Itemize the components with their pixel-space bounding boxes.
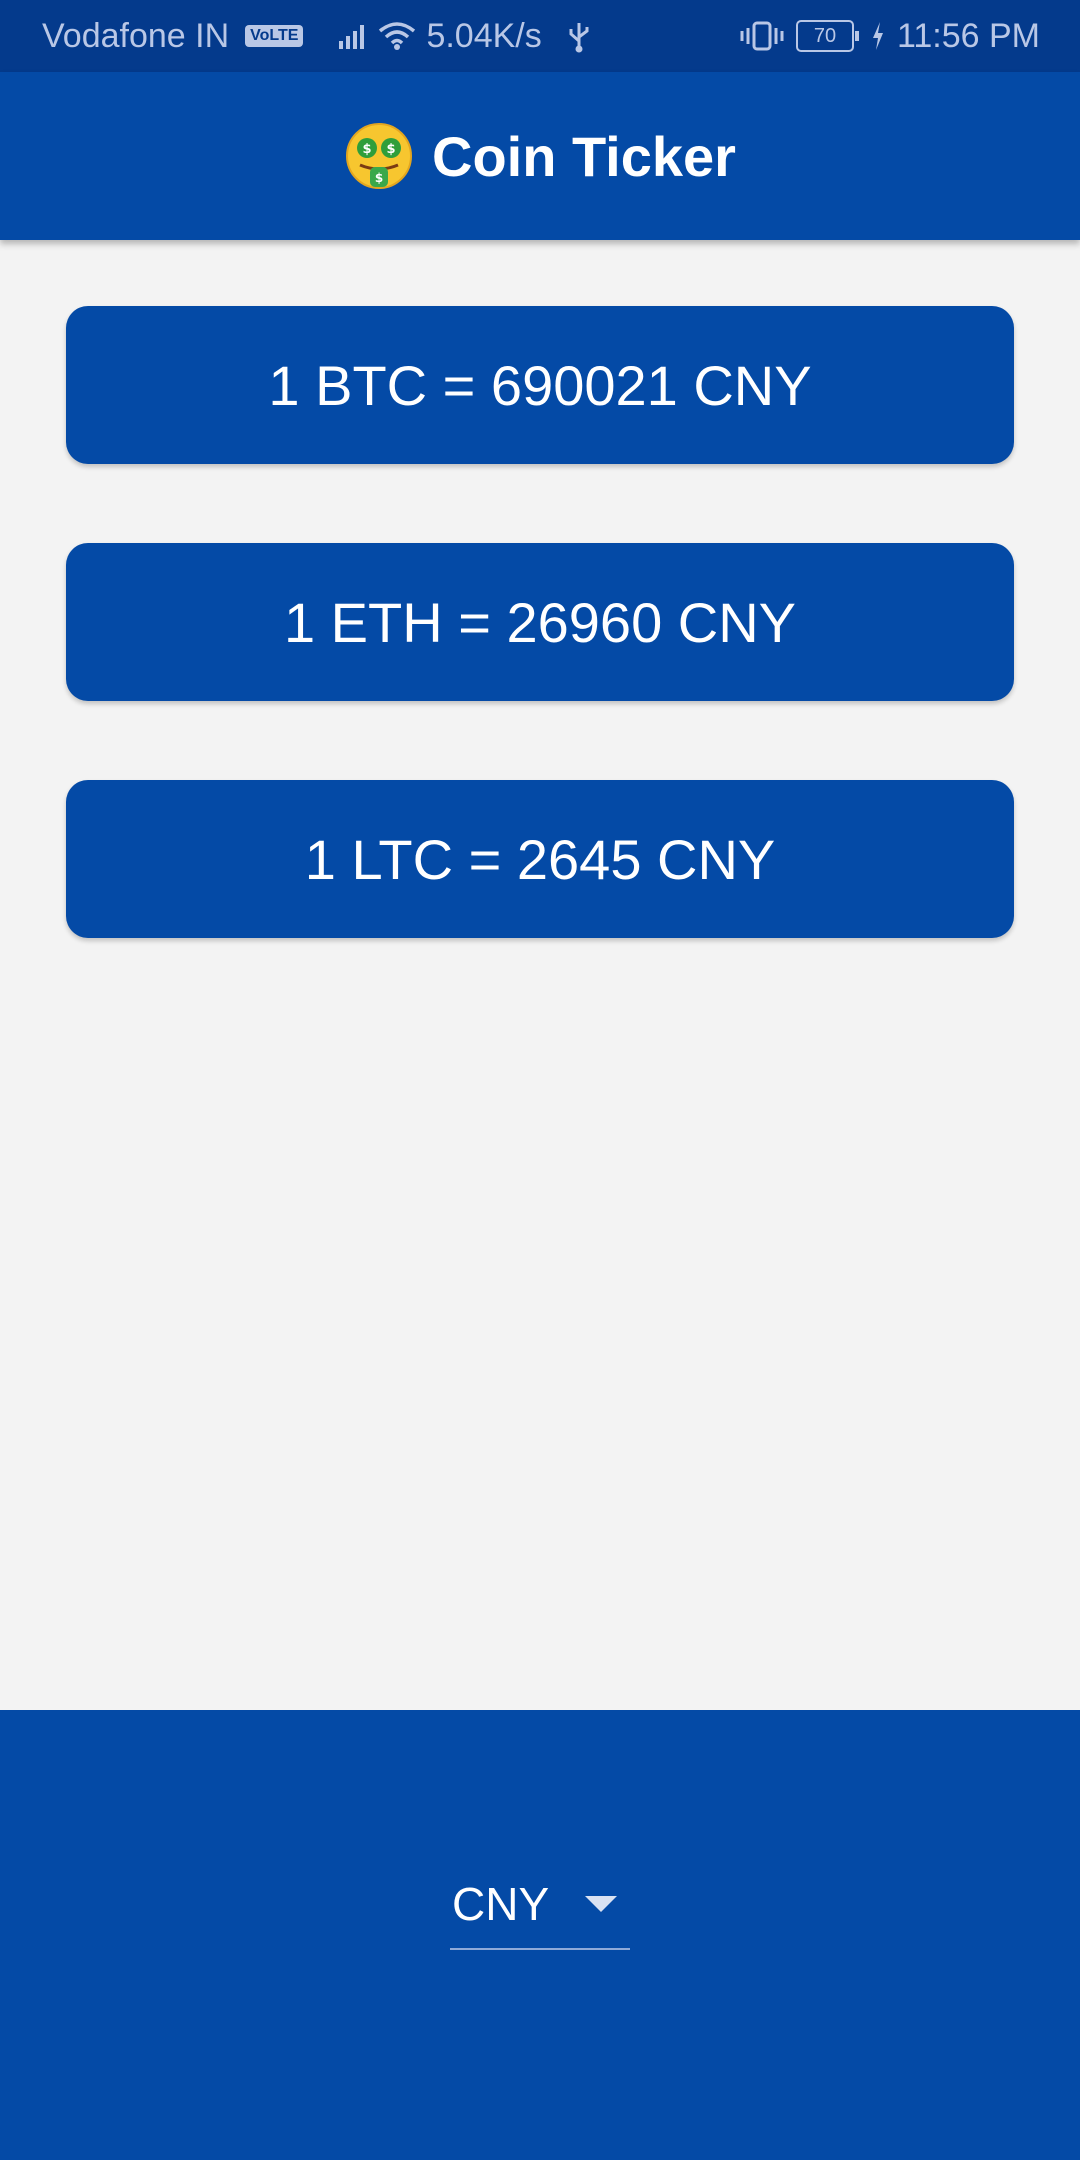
- battery-icon: 70: [795, 20, 859, 52]
- status-right: 70 11:56 PM: [740, 0, 1040, 72]
- rate-label-btc: 1 BTC = 690021 CNY: [268, 353, 812, 417]
- rate-card-btc: 1 BTC = 690021 CNY: [66, 306, 1014, 464]
- charging-bolt-icon: [872, 22, 883, 50]
- svg-text:$: $: [362, 142, 371, 157]
- svg-text:$: $: [386, 142, 395, 157]
- status-left: Vodafone IN VoLTE 5.04K/s: [42, 0, 592, 72]
- app-title-group: $ $ $ Coin Ticker: [344, 121, 736, 191]
- bottom-panel: CNY: [0, 1710, 1080, 2160]
- volte-badge: VoLTE: [245, 25, 304, 47]
- wifi-icon: [379, 22, 416, 50]
- dropdown-arrow-icon: [585, 1896, 618, 1912]
- rate-label-eth: 1 ETH = 26960 CNY: [283, 590, 797, 654]
- app-bar: $ $ $ Coin Ticker: [0, 72, 1080, 240]
- carrier-name: Vodafone IN: [42, 16, 230, 55]
- money-mouth-face-icon: $ $ $: [346, 123, 413, 189]
- signal-icon: [339, 23, 365, 49]
- currency-selected-value: CNY: [452, 1878, 550, 1930]
- usb-icon: [569, 23, 589, 53]
- network-speed: 5.04K/s: [426, 16, 542, 55]
- status-bar: Vodafone IN VoLTE 5.04K/s 70 11:56 PM: [0, 0, 1080, 72]
- app-title: Coin Ticker: [432, 124, 736, 188]
- currency-dropdown[interactable]: CNY: [450, 1860, 630, 1950]
- rate-label-ltc: 1 LTC = 2645 CNY: [304, 827, 776, 891]
- clock-time: 11:56 PM: [896, 16, 1040, 55]
- svg-text:$: $: [375, 171, 383, 185]
- battery-level: 70: [795, 20, 854, 52]
- rate-card-ltc: 1 LTC = 2645 CNY: [66, 780, 1014, 938]
- vibrate-icon: [740, 21, 784, 51]
- rate-card-eth: 1 ETH = 26960 CNY: [66, 543, 1014, 701]
